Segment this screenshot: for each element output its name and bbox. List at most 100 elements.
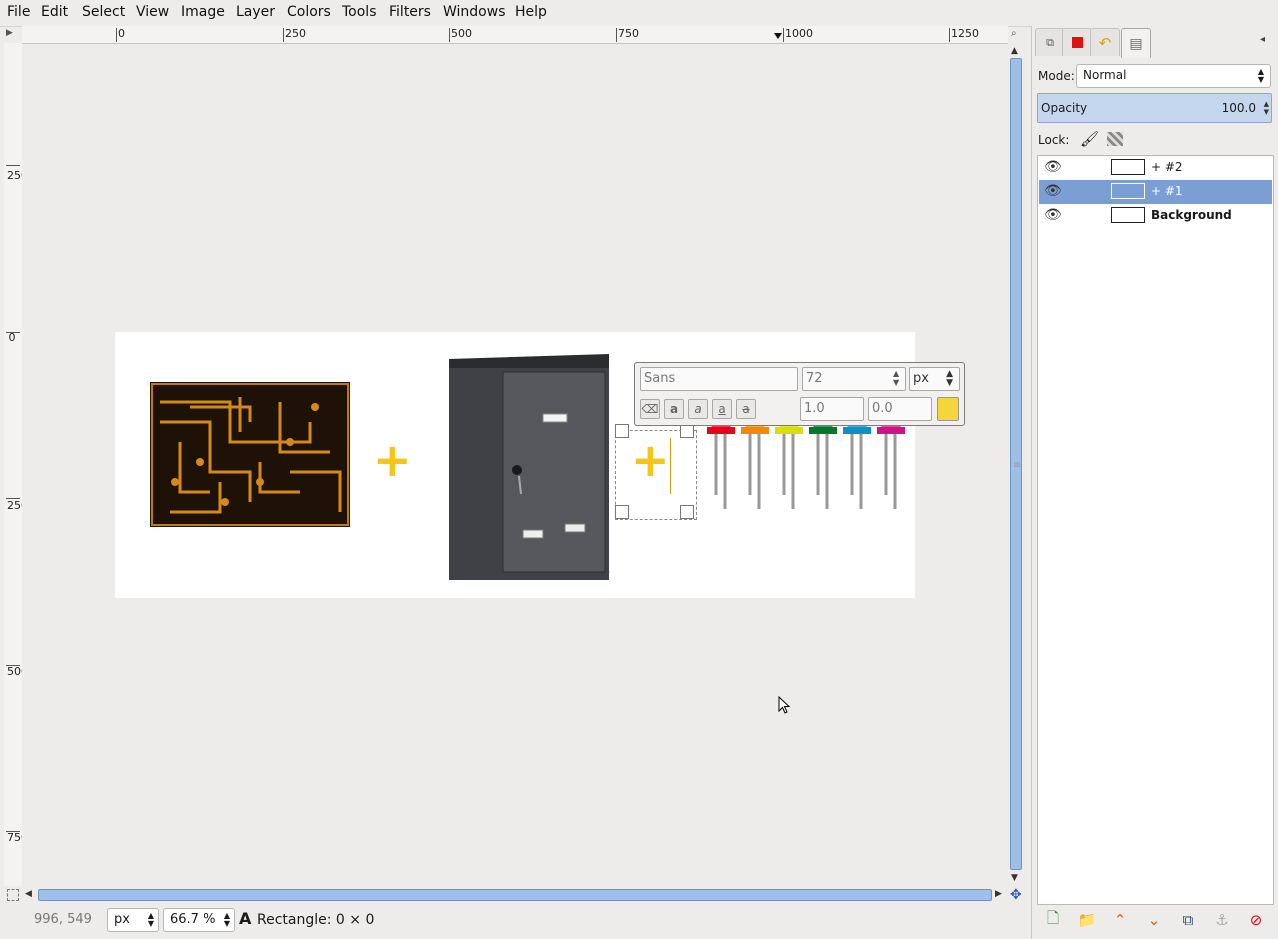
menu-layer[interactable]: Layer: [236, 4, 275, 20]
text-tool-overlay: Sans 72 ▲ ▼ px ▲ ▼ ⌫ a a a a 1.0 0.0: [634, 362, 965, 426]
undo-arrow-icon: ↶: [1098, 33, 1112, 52]
mode-select[interactable]: Normal ▲ ▼: [1076, 64, 1271, 88]
font-size-field[interactable]: 72: [802, 367, 906, 391]
navigate-icon[interactable]: ✥: [1010, 887, 1022, 903]
ruler-label: 500: [451, 27, 472, 40]
bold-icon[interactable]: a: [664, 399, 684, 419]
layer-row[interactable]: 👁 Background: [1039, 204, 1272, 228]
menu-edit[interactable]: Edit: [41, 4, 68, 20]
scroll-up-icon[interactable]: ▲: [1011, 46, 1018, 56]
opacity-value: 100.0: [1221, 101, 1256, 115]
layers-icon: ▤: [1129, 35, 1143, 52]
visibility-eye-icon[interactable]: 👁: [1044, 159, 1062, 175]
italic-icon[interactable]: a: [688, 399, 708, 419]
ruler-label: 0: [118, 27, 125, 40]
ruler-label: 250: [285, 27, 306, 40]
anchor-icon[interactable]: ⚓: [1212, 910, 1232, 930]
menu-view[interactable]: View: [136, 4, 169, 20]
handle[interactable]: [615, 505, 629, 519]
ruler-label: 1000: [785, 27, 813, 40]
tab-paths[interactable]: [1062, 28, 1092, 56]
menubar: File Edit Select View Image Layer Colors…: [0, 0, 1278, 27]
scroll-left-icon[interactable]: ◀: [25, 889, 32, 899]
tab-layers[interactable]: ▤: [1121, 28, 1151, 58]
handle[interactable]: [615, 424, 629, 438]
tool-options-icon: ⧉: [1046, 35, 1054, 49]
layers-list: 👁 + #2 👁 + #1 👁 Background: [1037, 155, 1274, 905]
handle[interactable]: [680, 424, 694, 438]
status-message: Rectangle: 0 × 0: [257, 912, 375, 928]
baseline-field[interactable]: 1.0: [800, 397, 864, 421]
text-cursor-icon: [670, 438, 671, 494]
zoom-fit-icon[interactable]: ⌕: [1011, 28, 1023, 40]
underline-icon[interactable]: a: [712, 399, 732, 419]
menu-windows[interactable]: Windows: [443, 4, 506, 20]
horizontal-scroll-thumb[interactable]: [38, 889, 992, 901]
tab-undo-history[interactable]: ↶: [1090, 28, 1120, 56]
layer-thumbnail: [1111, 183, 1145, 199]
strikethrough-icon[interactable]: a: [736, 399, 756, 419]
menu-image[interactable]: Image: [181, 4, 225, 20]
red-square-icon: [1071, 37, 1083, 48]
menu-file[interactable]: File: [7, 4, 30, 20]
menu-tools[interactable]: Tools: [342, 4, 377, 20]
unit-select[interactable]: px ▲ ▼: [909, 367, 960, 391]
ruler-label: 0: [8, 331, 16, 344]
lock-label: Lock:: [1038, 133, 1070, 147]
clear-style-icon[interactable]: ⌫: [640, 399, 660, 419]
ruler-label: 500: [7, 665, 28, 678]
horizontal-scrollbar[interactable]: ◀ ▶: [22, 887, 1008, 903]
kerning-field[interactable]: 0.0: [868, 397, 932, 421]
menu-colors[interactable]: Colors: [287, 4, 331, 20]
duplicate-layer-icon[interactable]: ⧉: [1178, 910, 1198, 930]
scroll-right-icon[interactable]: ▶: [995, 889, 1002, 899]
plus-sign: +: [631, 433, 670, 487]
mailbox-image: [449, 354, 610, 580]
pointer-marker-icon: [774, 33, 782, 39]
ruler-label: 1250: [951, 27, 979, 40]
ruler-label: 250: [7, 499, 28, 512]
statusbar: 996, 549 px ▲ ▼ 66.7 % ▲ ▼ A Rectangle: 0 × …: [0, 904, 1030, 939]
unit-selector[interactable]: px ▲ ▼: [107, 908, 159, 932]
lock-alpha-icon[interactable]: [1107, 132, 1123, 146]
visibility-eye-icon[interactable]: 👁: [1044, 207, 1062, 223]
delete-layer-icon[interactable]: ⊘: [1246, 910, 1266, 930]
panel-resize-handle[interactable]: ≡: [1013, 460, 1021, 471]
vertical-ruler: 250 0 250 500 750: [4, 43, 28, 886]
layer-name: + #1: [1151, 184, 1183, 198]
scroll-down-icon[interactable]: ▼: [1011, 873, 1018, 883]
plus-sign: +: [373, 433, 412, 487]
ruler-label: 750: [7, 831, 28, 844]
mouse-cursor-icon: [778, 696, 791, 714]
horizontal-ruler: 0 250 500 750 1000 1250: [22, 26, 1008, 44]
menu-filters[interactable]: Filters: [389, 4, 431, 20]
raise-layer-icon[interactable]: ⌃: [1110, 910, 1130, 930]
quick-mask-toggle-icon[interactable]: ▶: [6, 28, 18, 40]
layer-row-selected[interactable]: 👁 + #1: [1039, 180, 1272, 204]
layer-name: Background: [1151, 208, 1232, 222]
visibility-eye-icon[interactable]: 👁: [1044, 183, 1062, 199]
zoom-selector[interactable]: 66.7 % ▲ ▼: [163, 908, 235, 932]
unit-label: px: [913, 371, 929, 386]
open-folder-icon[interactable]: 📁: [1077, 910, 1097, 930]
quick-mask-icon[interactable]: [7, 889, 19, 901]
menu-help[interactable]: Help: [515, 4, 547, 20]
mode-value: Normal: [1083, 68, 1127, 82]
font-field[interactable]: Sans: [640, 367, 798, 391]
new-layer-icon[interactable]: 🗋: [1043, 909, 1063, 930]
text-color-button[interactable]: [937, 397, 959, 421]
zoom-value: 66.7 %: [170, 912, 216, 927]
tab-tool-options[interactable]: ⧉: [1035, 28, 1065, 56]
layer-row[interactable]: 👁 + #2: [1039, 156, 1272, 180]
pointer-coords: 996, 549: [34, 912, 92, 927]
panel-menu-icon[interactable]: ◂: [1260, 34, 1265, 45]
layer-thumbnail: [1111, 207, 1145, 223]
menu-select[interactable]: Select: [82, 4, 125, 20]
font-size-spin-icon[interactable]: ▲ ▼: [893, 369, 899, 387]
pcb-image: [150, 382, 350, 527]
lower-layer-icon[interactable]: ⌄: [1144, 910, 1164, 930]
opacity-slider[interactable]: Opacity 100.0 ▲ ▼: [1037, 93, 1272, 123]
handle[interactable]: [680, 505, 694, 519]
layer-name: + #2: [1151, 160, 1183, 174]
lock-pixels-icon[interactable]: 🖌: [1080, 130, 1099, 148]
